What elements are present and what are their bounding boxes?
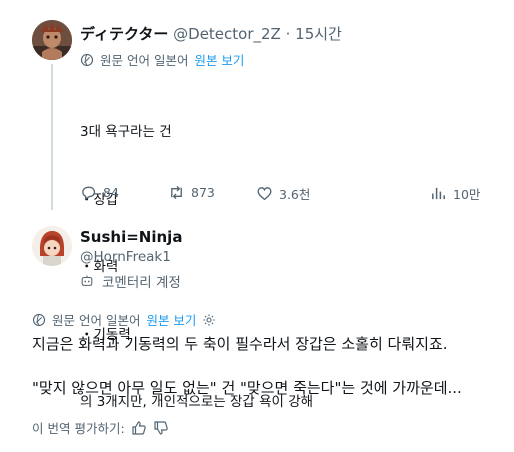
thumbs-up-icon[interactable]	[131, 420, 147, 436]
show-original-link[interactable]: 원본 보기	[194, 50, 244, 69]
handle[interactable]: @Detector_2Z	[173, 25, 281, 43]
avatar-image	[32, 20, 72, 60]
tweet2-text: 지금은 화력과 기동력의 두 축이 필수라서 장갑은 소홀히 다뤄지죠. "맞지…	[32, 333, 462, 399]
robot-icon	[81, 275, 93, 286]
reply-count: 84	[103, 185, 119, 200]
rate-label: 이 번역 평가하기:	[32, 421, 125, 436]
retweet-icon	[171, 185, 182, 200]
dot-separator: ·	[285, 25, 291, 43]
avatar-detector[interactable]	[32, 20, 72, 60]
tweet-line: 지금은 화력과 기동력의 두 축이 필수라서 장갑은 소홀히 다뤄지죠.	[32, 335, 448, 353]
translation-label: 원문 언어 일본어	[52, 313, 141, 328]
thumbs-down-icon[interactable]	[153, 420, 169, 436]
like-count: 3.6천	[279, 187, 311, 202]
translation-notice: 원문 언어 일본어 원본 보기	[32, 310, 216, 329]
translation-label: 원문 언어 일본어	[100, 53, 189, 68]
tweet1-actions: 84 873 3.6천 10만	[80, 184, 480, 204]
rate-translation: 이 번역 평가하기:	[32, 418, 169, 437]
retweet-count: 873	[191, 185, 215, 200]
tweet-line: 3대 욕구라는 건	[80, 124, 172, 140]
tweet1-header: ディテクター @Detector_2Z · 15시간	[80, 23, 342, 44]
display-name[interactable]: ディテクター	[80, 25, 168, 43]
commentary-label: 코멘터리 계정	[102, 275, 181, 291]
views-button[interactable]: 10만	[430, 184, 480, 203]
commentary-badge: 코멘터리 계정	[80, 271, 181, 291]
display-name[interactable]: Sushi=Ninja	[80, 228, 182, 246]
show-original-link[interactable]: 원본 보기	[146, 310, 196, 329]
timestamp[interactable]: 15시간	[295, 25, 342, 43]
tweet-line: "맞지 않으면 아무 일도 없는" 건 "맞으면 죽는다"는 것에 가까운데..…	[32, 379, 462, 397]
view-count: 10만	[453, 187, 481, 202]
heart-icon	[257, 187, 272, 201]
translation-notice: 원문 언어 일본어 원본 보기	[80, 50, 244, 69]
tweet-line	[32, 355, 462, 377]
reply-button[interactable]: 84	[80, 184, 119, 201]
like-button[interactable]: 3.6천	[256, 184, 310, 203]
avatar-image	[32, 226, 72, 266]
views-icon	[432, 187, 445, 200]
reply-icon	[82, 186, 96, 201]
translate-icon	[32, 313, 46, 326]
handle[interactable]: @HornFreak1	[80, 249, 171, 265]
settings-gear-icon[interactable]	[202, 313, 216, 327]
retweet-button[interactable]: 873	[168, 184, 215, 201]
translate-icon	[80, 53, 94, 66]
thread-line	[51, 64, 53, 210]
avatar-sushi-ninja[interactable]	[32, 226, 72, 266]
